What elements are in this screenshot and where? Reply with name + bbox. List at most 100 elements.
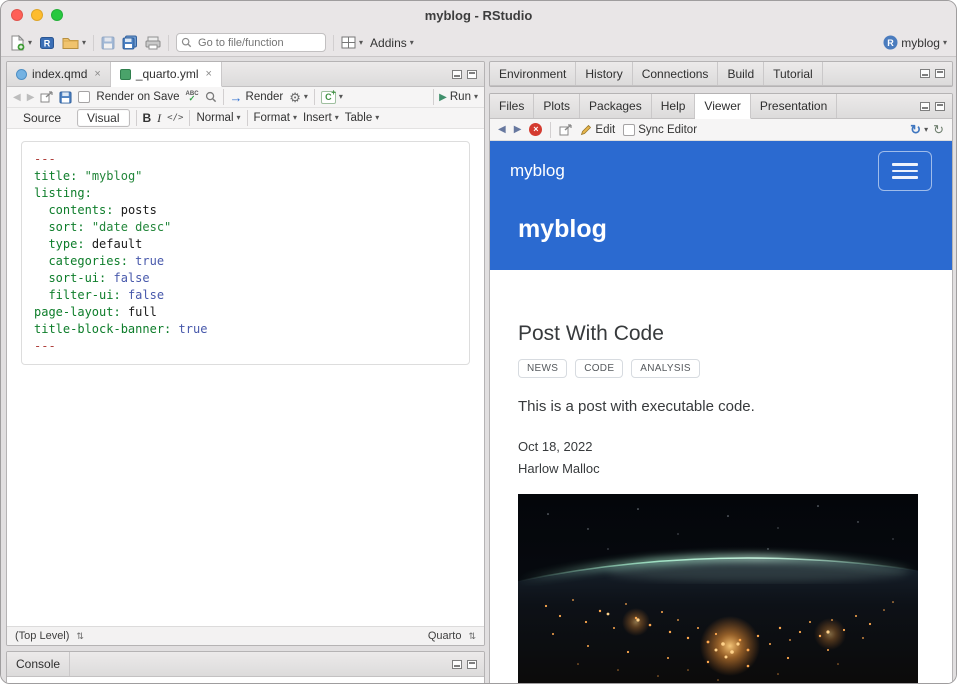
render-button[interactable]: → Render [230,90,284,105]
sync-editor-control[interactable]: Sync Editor [623,124,697,136]
tab-environment[interactable]: Environment [490,62,576,85]
tab-presentation[interactable]: Presentation [751,94,837,118]
paragraph-style-label: Normal [196,112,233,124]
save-all-button[interactable] [122,35,138,50]
stop-icon[interactable]: × [529,123,542,136]
open-new-window-icon[interactable] [40,91,53,103]
addins-label: Addins [370,36,407,50]
source-tab-index.qmd[interactable]: index.qmd× [7,62,111,86]
paragraph-style-dropdown[interactable]: Normal ▾ [196,112,240,124]
blog-navbar: myblog [490,141,952,201]
new-project-button[interactable]: R [39,35,55,51]
category-pill[interactable]: ANALYSIS [631,359,700,378]
tab-tutorial[interactable]: Tutorial [764,62,823,85]
code-token: false [113,271,149,285]
tab-help[interactable]: Help [652,94,696,118]
tab-console[interactable]: Console [7,652,70,676]
bold-button[interactable]: B [143,111,152,125]
find-replace-icon[interactable] [205,91,217,103]
environment-pane-window-buttons [920,62,952,85]
minimize-pane-icon[interactable] [452,660,462,669]
yaml-code-block[interactable]: ---title: "myblog"listing: contents: pos… [21,141,470,365]
back-icon[interactable]: ◀ [13,92,21,103]
edit-label: Edit [595,124,615,136]
sync-button[interactable]: ↻ ▾ [910,123,928,136]
category-pill[interactable]: CODE [575,359,623,378]
code-token: "myblog" [85,169,143,183]
refresh-icon[interactable]: ↻ [933,123,944,136]
italic-button[interactable]: I [157,111,161,126]
code-token [34,288,48,302]
toolbar-separator [168,35,169,51]
code-token: filter-ui: [48,288,120,302]
maximize-pane-icon[interactable] [935,102,945,111]
source-tab-_quarto.yml[interactable]: _quarto.yml× [111,62,222,87]
tab-build[interactable]: Build [718,62,764,85]
minimize-pane-icon[interactable] [452,70,462,79]
insert-menu[interactable]: Insert ▾ [303,112,339,124]
search-icon [181,37,192,48]
format-label: Format [254,112,290,124]
sync-editor-checkbox[interactable] [623,124,635,136]
code-token: default [92,237,143,251]
category-pill[interactable]: NEWS [518,359,567,378]
tab-files[interactable]: Files [490,94,534,118]
visual-editor[interactable]: ---title: "myblog"listing: contents: pos… [7,129,484,626]
hamburger-menu-icon[interactable] [878,151,932,191]
tab-connections[interactable]: Connections [633,62,719,85]
project-menu-button[interactable]: R myblog ▾ [883,35,947,50]
addins-button[interactable]: Addins ▾ [370,36,414,50]
tab-history[interactable]: History [576,62,632,85]
pane-layout-button[interactable]: ▾ [341,36,363,49]
maximize-pane-icon[interactable] [467,660,477,669]
language-mode-selector[interactable]: Quarto ⇅ [428,630,476,642]
render-on-save-label: Render on Save [96,91,179,103]
zoom-window-button[interactable] [51,9,63,21]
blog-brand-link[interactable]: myblog [510,161,565,181]
open-new-window-icon[interactable] [559,124,572,136]
close-window-button[interactable] [11,9,23,21]
post-title: Post With Code [518,322,924,346]
caret-down-icon: ▾ [924,126,928,134]
project-label: myblog [901,36,940,50]
save-button[interactable] [101,36,115,50]
format-menu[interactable]: Format ▾ [254,112,297,124]
tab-close-icon[interactable]: × [94,68,100,80]
back-icon[interactable]: ◀ [498,124,506,135]
forward-icon[interactable]: ▶ [27,92,35,103]
spellcheck-icon[interactable]: ABC ✓ [186,92,199,103]
code-button[interactable]: </> [167,113,183,123]
render-on-save-checkbox[interactable] [78,91,90,103]
tab-plots[interactable]: Plots [534,94,580,118]
scope-selector[interactable]: (Top Level) ⇅ [15,630,84,642]
run-button[interactable]: ▶ Run ▾ [439,91,478,103]
visual-mode-button[interactable]: Visual [77,109,129,127]
goto-file-search [176,33,326,52]
sync-editor-label: Sync Editor [638,124,697,136]
print-button[interactable] [145,36,161,50]
tab-viewer[interactable]: Viewer [695,94,750,119]
table-menu[interactable]: Table ▾ [345,112,380,124]
open-file-button[interactable]: ▾ [62,36,86,50]
code-token [85,220,92,234]
minimize-pane-icon[interactable] [920,102,930,111]
save-icon[interactable] [59,91,72,104]
minimize-pane-icon[interactable] [920,69,930,78]
render-options-button[interactable]: ⚙ ▾ [289,91,308,104]
source-mode-button[interactable]: Source [13,109,71,127]
console-tab-label: Console [16,657,60,671]
forward-icon[interactable]: ▶ [514,124,522,135]
tab-packages[interactable]: Packages [580,94,652,118]
new-file-button[interactable]: ▾ [10,35,32,51]
code-token: categories: [48,254,127,268]
goto-file-input[interactable] [176,33,326,52]
viewer-pane: FilesPlotsPackagesHelpViewerPresentation… [489,93,953,684]
blog-post: Post With Code NEWSCODEANALYSIS This is … [490,322,952,684]
minimize-window-button[interactable] [31,9,43,21]
maximize-pane-icon[interactable] [467,70,477,79]
tab-close-icon[interactable]: × [206,68,212,80]
maximize-pane-icon[interactable] [935,69,945,78]
insert-chunk-button[interactable]: C + ▾ [321,91,343,104]
code-token [171,322,178,336]
edit-button[interactable]: Edit [580,124,615,136]
